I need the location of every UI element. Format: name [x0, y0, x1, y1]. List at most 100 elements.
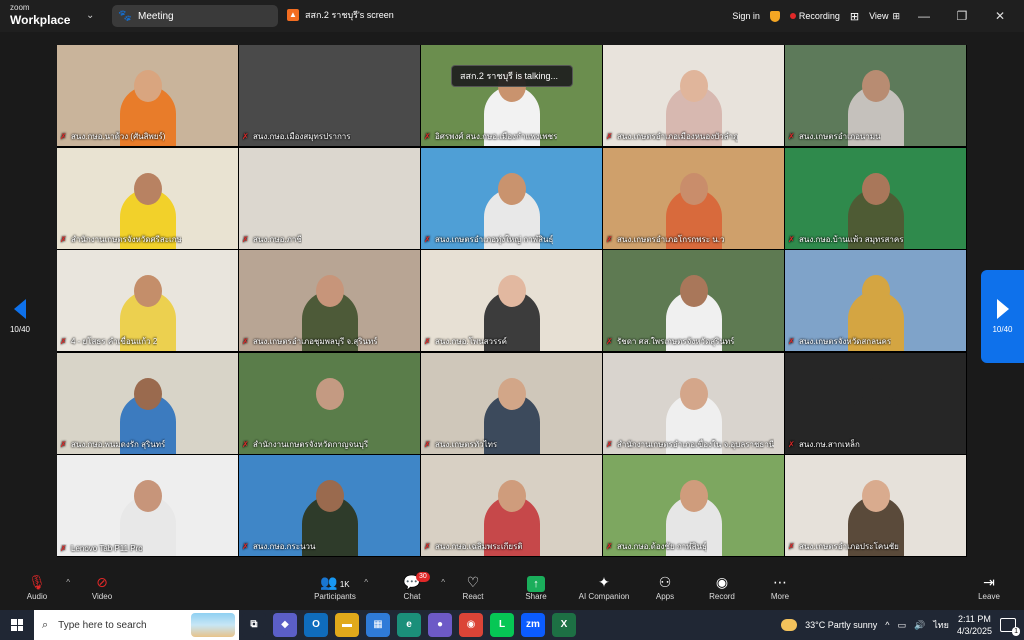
tray-chevron-icon[interactable]: ^ — [885, 620, 889, 630]
tab-meeting-label: Meeting — [138, 10, 174, 22]
participant-name: ✗ สนง.เกษตรจังหวัดสกลนคร — [788, 335, 891, 348]
participant-name-label: สนง.กษอ.ภาชี — [253, 235, 302, 244]
participant-tile[interactable]: ✗ สนง.กษอ.เมืองสมุทรปราการ — [239, 45, 420, 146]
more-icon: ⋯ — [773, 574, 787, 590]
edge-icon[interactable]: e — [397, 613, 421, 637]
restore-icon[interactable]: ❐ — [948, 9, 976, 23]
participant-tile[interactable]: ✗ 4 - ยโสธร คำเขื่อนแก้ว 2 — [57, 250, 238, 351]
microphone-muted-icon: ✗ — [242, 234, 249, 244]
recording-indicator[interactable]: Recording — [789, 11, 840, 21]
meeting-toolbar: 🎙 Audio ^ ⊘ Video 👥 1K Participants ^ 💬 3… — [0, 570, 1024, 610]
participant-tile[interactable]: ✗ สนง.กษอ.โพนสวรรค์ — [421, 250, 602, 351]
talking-banner: สสก.2 ราชบุรี is talking... — [451, 65, 573, 87]
title-bar: zoom Workplace ⌄ 🐾 Meeting ▲ สสก.2 ราชบุ… — [0, 0, 1024, 32]
minimize-icon[interactable]: — — [910, 9, 938, 23]
participants-caret-icon[interactable]: ^ — [364, 578, 368, 587]
close-icon[interactable]: ✕ — [986, 9, 1014, 23]
more-button[interactable]: ⋯ More — [745, 572, 815, 608]
taskbar-search[interactable]: ⌕ Type here to search — [34, 610, 239, 640]
share-label: Share — [525, 592, 547, 601]
sign-in-link[interactable]: Sign in — [732, 11, 760, 21]
participant-tile[interactable]: ✗ รัชดา ศส.ใพรเกษตรจังหวัดสุรินทร์ — [603, 250, 784, 351]
share-screen-icon: ▲ — [287, 9, 299, 21]
participant-tile[interactable]: ✗ อิศรพงศ์ สนง.กษอ.เมืองกำแพงเพชร — [421, 45, 602, 146]
microphone-muted-icon: ✗ — [60, 131, 67, 141]
participant-tile[interactable]: ✗ สนง.กษอ.นาด้วง (ศันสิพยร์) — [57, 45, 238, 146]
leave-button[interactable]: ⇥ Leave — [954, 572, 1024, 608]
participant-tile[interactable]: ✗ สนง.กษ.สากเหล็ก — [785, 353, 966, 454]
tab-shared-screen[interactable]: ▲ สสก.2 ราชบุรี's screen — [287, 8, 394, 22]
zoom-icon[interactable]: zm — [521, 613, 545, 637]
participant-tile[interactable]: ✗ สนง.เกษตรอำเภอทุ่งใหญ่ กาฬสินธุ์ — [421, 148, 602, 249]
security-shield-icon[interactable] — [769, 10, 780, 22]
participant-tile[interactable]: ✗ สนง.เกษตรอำเภอเมืองหนองบัวลำภู — [603, 45, 784, 146]
notification-icon[interactable]: 1 — [1000, 618, 1020, 636]
weather-text[interactable]: 33°C Partly sunny — [805, 620, 877, 630]
participant-head — [861, 173, 890, 205]
leave-icon: ⇥ — [983, 574, 995, 590]
participant-tile[interactable]: ✗ สำนักงานเกษตรจังหวัดศรีสะเกษ — [57, 148, 238, 249]
participant-head — [679, 70, 708, 102]
participants-button[interactable]: 👥 1K Participants ^ — [300, 572, 370, 608]
participant-name-label: Lenovo Tab P11 Pro — [71, 544, 143, 553]
participant-name: ✗ สนง.เกษตรอำเภอชุมพลบุรี จ.สุรินทร์ — [242, 335, 378, 348]
outlook-icon[interactable]: O — [304, 613, 328, 637]
participant-name: ✗ สนง.กษอ.เมืองสมุทรปราการ — [242, 130, 351, 143]
participant-tile[interactable]: ✗ สนง.เกษตรอำเภอนามน — [785, 45, 966, 146]
chrome-icon[interactable]: ◉ — [459, 613, 483, 637]
participant-tile[interactable]: ✗ สำนักงานเกษตรอำเภอเขื่องใน จ.อุบลราชธาน… — [603, 353, 784, 454]
recording-label: Recording — [798, 11, 840, 21]
grid-icon[interactable]: ⊞ — [850, 10, 859, 23]
view-button[interactable]: View ⊞ — [869, 11, 900, 22]
participant-head — [679, 378, 708, 410]
participants-label: Participants — [314, 592, 356, 601]
chrome-alt-icon[interactable]: ● — [428, 613, 452, 637]
speaker-icon[interactable]: 🔊 — [914, 620, 925, 631]
participant-tile[interactable]: ✗ สนง.เกษตรอำเภอประโคนชัย — [785, 455, 966, 556]
chat-button[interactable]: 💬 30 Chat ^ — [377, 572, 447, 608]
audio-button[interactable]: 🎙 Audio ^ — [2, 572, 72, 608]
copilot-icon[interactable]: ◆ — [273, 613, 297, 637]
participant-tile[interactable]: ✗ สนง.กษอ.เฉลิมพระเกียรติ — [421, 455, 602, 556]
language-indicator[interactable]: ไทย — [933, 618, 949, 632]
chevron-down-icon[interactable]: ⌄ — [86, 10, 94, 21]
participant-tile[interactable]: ✗ สนง.เกษตรจังหวัดสกลนคร — [785, 250, 966, 351]
participant-name-label: สนง.กษอ.นาด้วง (ศันสิพยร์) — [71, 132, 166, 141]
excel-icon[interactable]: X — [552, 613, 576, 637]
tab-meeting[interactable]: 🐾 Meeting — [112, 5, 278, 27]
weather-icon — [781, 619, 798, 631]
react-button[interactable]: ♡ React — [438, 572, 508, 608]
participant-tile[interactable]: ✗ สนง.เกษตรอำเภอโกรกพระ น.ว — [603, 148, 784, 249]
clock[interactable]: 2:11 PM 4/3/2025 — [957, 613, 992, 637]
microphone-muted-icon: 🎙 — [28, 574, 46, 590]
participant-name-label: สนง.เกษตรอำเภอประโคนชัย — [799, 542, 899, 551]
start-button[interactable] — [0, 610, 34, 640]
share-button[interactable]: ↑ Share — [501, 572, 571, 608]
microphone-muted-icon: ✗ — [242, 541, 249, 551]
video-button[interactable]: ⊘ Video — [67, 572, 137, 608]
participant-name: ✗ สนง.เกษตรอำเภอทุ่งใหญ่ กาฬสินธุ์ — [424, 233, 553, 246]
page-next-button[interactable]: 10/40 — [981, 270, 1024, 363]
share-screen-icon: ↑ — [501, 572, 571, 592]
network-icon[interactable]: ▭ — [897, 620, 906, 631]
participant-tile[interactable]: ✗ สนง.กษอ.บ้านแพ้ว สมุทรสาคร — [785, 148, 966, 249]
participant-head — [497, 275, 526, 307]
participant-tile[interactable]: ✗ สนง.กษอ.ภาชี — [239, 148, 420, 249]
participant-head — [861, 378, 890, 410]
participant-head — [133, 173, 162, 205]
page-prev-button[interactable]: 10/40 — [0, 286, 40, 346]
file-explorer-icon[interactable]: ▬ — [335, 613, 359, 637]
participant-tile[interactable]: ✗ สนง.กษอ.ด้องชัย กาฬสินธุ์ — [603, 455, 784, 556]
line-icon[interactable]: L — [490, 613, 514, 637]
tab-shared-screen-label: สสก.2 ราชบุรี's screen — [305, 10, 394, 20]
participant-tile[interactable]: ✗ Lenovo Tab P11 Pro — [57, 455, 238, 556]
participant-name-label: สนง.กษ.สากเหล็ก — [799, 440, 860, 449]
ms-store-icon[interactable]: ▦ — [366, 613, 390, 637]
participant-tile[interactable]: ✗ สนง.เกษตรทัวไทร — [421, 353, 602, 454]
participant-tile[interactable]: ✗ สนง.กษอ.กระนวน — [239, 455, 420, 556]
microphone-muted-icon: ✗ — [60, 336, 67, 346]
task-view-icon[interactable]: ⧉ — [242, 613, 266, 637]
participant-tile[interactable]: ✗ สำนักงานเกษตรจังหวัดกาญจนบุรี — [239, 353, 420, 454]
participant-tile[interactable]: ✗ สนง.กษอ.พนมดงรัก สุรินทร์ — [57, 353, 238, 454]
participant-tile[interactable]: ✗ สนง.เกษตรอำเภอชุมพลบุรี จ.สุรินทร์ — [239, 250, 420, 351]
